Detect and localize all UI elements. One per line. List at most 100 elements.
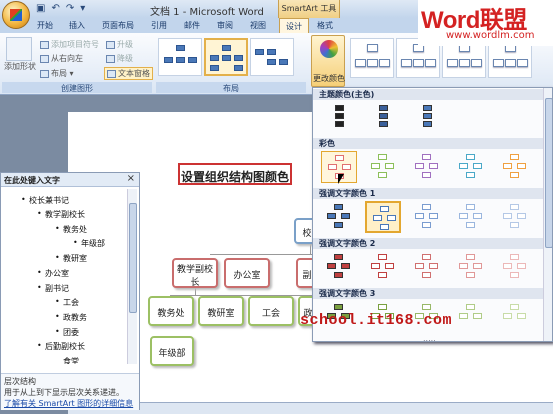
- gallery-scrollbar[interactable]: [543, 88, 552, 341]
- color-swatch[interactable]: [409, 102, 445, 134]
- smartart-style-1[interactable]: [350, 38, 394, 78]
- layout-option-3[interactable]: [250, 38, 294, 76]
- section-colorful: 彩色: [313, 138, 552, 149]
- list-item[interactable]: 教务处: [55, 224, 87, 235]
- color-swatch[interactable]: [321, 201, 357, 233]
- window-title: 文档 1 - Microsoft Word: [150, 7, 264, 18]
- org-node-grade[interactable]: 年级部: [150, 336, 194, 366]
- palette-icon: [320, 40, 338, 58]
- section-accent-2: 强调文字颜色 2: [313, 238, 552, 249]
- org-node-academic-affairs[interactable]: 教务处: [148, 296, 194, 326]
- list-item[interactable]: 教研室: [55, 253, 87, 264]
- tab-home[interactable]: 开始: [30, 18, 60, 33]
- color-swatch[interactable]: [453, 301, 489, 333]
- color-swatch[interactable]: [497, 201, 533, 233]
- color-swatch-selected[interactable]: [365, 201, 401, 233]
- list-item[interactable]: 教学副校长: [37, 209, 85, 220]
- layout-name: 层次结构: [4, 377, 36, 386]
- learn-more-link[interactable]: 了解有关 SmartArt 图形的详细信息: [4, 398, 136, 409]
- list-item[interactable]: 工会: [55, 297, 79, 308]
- right-to-left-button[interactable]: 从右向左: [40, 53, 83, 64]
- org-node-research[interactable]: 教研室: [198, 296, 244, 326]
- list-item[interactable]: 后勤副校长: [37, 341, 85, 352]
- redo-icon[interactable]: ↷: [66, 3, 74, 14]
- change-colors-button[interactable]: 更改颜色: [311, 35, 345, 87]
- list-item[interactable]: 食堂: [63, 356, 79, 364]
- save-icon[interactable]: ▣: [36, 3, 45, 14]
- color-swatch[interactable]: [409, 151, 445, 183]
- add-bullet-button[interactable]: 添加项目符号: [40, 39, 99, 50]
- layout-option-1[interactable]: [158, 38, 202, 76]
- text-pane-button[interactable]: 文本窗格: [104, 67, 153, 80]
- org-node-union[interactable]: 工会: [248, 296, 294, 326]
- color-swatch[interactable]: [321, 251, 357, 283]
- scrollbar-thumb[interactable]: [129, 203, 137, 313]
- tab-insert[interactable]: 插入: [62, 18, 92, 33]
- demote-icon: [106, 54, 115, 63]
- text-pane-scrollbar[interactable]: [127, 189, 137, 364]
- tab-design[interactable]: 设计: [279, 18, 309, 33]
- tab-page-layout[interactable]: 页面布局: [96, 18, 140, 33]
- quick-access-toolbar: ▣ ↶ ↷ ▾: [36, 3, 85, 14]
- text-pane-title: 在此处键入文字: [1, 173, 139, 187]
- layout-button[interactable]: 布局 ▾: [40, 68, 74, 79]
- add-shape-icon[interactable]: [6, 37, 32, 61]
- change-colors-gallery: 主题颜色(主色) 彩色 强调文字颜色 1 强调文字颜色 2 强调文字颜色 3 .…: [312, 87, 553, 342]
- right-to-left-icon: [40, 54, 49, 63]
- org-node-office[interactable]: 办公室: [224, 258, 270, 288]
- section-primary-theme-colors: 主题颜色(主色): [313, 89, 552, 100]
- color-swatch[interactable]: [365, 251, 401, 283]
- section-accent-3: 强调文字颜色 3: [313, 288, 552, 299]
- promote-icon: [106, 40, 115, 49]
- demote-button[interactable]: 降级: [106, 53, 133, 64]
- layout-icon: [40, 69, 49, 78]
- undo-icon[interactable]: ↶: [51, 3, 59, 14]
- add-shape-button[interactable]: 添加形状: [4, 61, 36, 72]
- list-item[interactable]: 校长兼书记: [21, 195, 69, 206]
- smartart-tools-label: SmartArt 工具: [278, 0, 340, 18]
- color-swatch[interactable]: [497, 301, 533, 333]
- close-icon[interactable]: ×: [127, 173, 135, 184]
- brand-url: www.wordlm.com: [446, 30, 535, 41]
- color-swatch[interactable]: [409, 201, 445, 233]
- color-swatch[interactable]: [321, 102, 357, 134]
- color-swatch[interactable]: [409, 251, 445, 283]
- list-item[interactable]: 副书记: [37, 283, 69, 294]
- tab-review[interactable]: 审阅: [210, 18, 240, 33]
- brand-logo: Word联盟 www.wordlm.com: [418, 0, 553, 46]
- layout-option-hierarchy[interactable]: [204, 38, 248, 76]
- tab-references[interactable]: 引用: [144, 18, 174, 33]
- text-pane-icon: [107, 69, 116, 78]
- office-logo-icon: [10, 9, 22, 21]
- list-item[interactable]: 办公室: [37, 268, 69, 279]
- document-heading[interactable]: 设置组织结构图颜色: [178, 163, 292, 185]
- layouts-group-label: 布局: [156, 82, 306, 93]
- horizontal-scrollbar[interactable]: [68, 402, 553, 414]
- create-graphic-group-label: 创建图形: [2, 82, 152, 93]
- tab-format[interactable]: 格式: [310, 18, 340, 33]
- layout-description: 用于从上到下显示层次关系递进。: [4, 388, 124, 397]
- org-node-vice-principal[interactable]: 教学副校长: [172, 258, 218, 288]
- text-pane-footer: 层次结构 用于从上到下显示层次关系递进。 了解有关 SmartArt 图形的详细…: [1, 373, 139, 410]
- office-button[interactable]: [2, 1, 30, 29]
- section-accent-1: 强调文字颜色 1: [313, 188, 552, 199]
- promote-button[interactable]: 升级: [106, 39, 133, 50]
- gallery-resize-grip[interactable]: .....: [423, 334, 436, 341]
- list-item[interactable]: 团委: [55, 327, 79, 338]
- qat-dropdown-icon[interactable]: ▾: [80, 3, 85, 14]
- color-swatch[interactable]: [497, 251, 533, 283]
- color-swatch[interactable]: [453, 201, 489, 233]
- color-swatch[interactable]: [365, 102, 401, 134]
- tab-mailings[interactable]: 邮件: [177, 18, 207, 33]
- list-item[interactable]: 年级部: [73, 238, 105, 249]
- scrollbar-thumb[interactable]: [545, 98, 552, 248]
- color-swatch[interactable]: [497, 151, 533, 183]
- color-swatch[interactable]: [365, 151, 401, 183]
- site-watermark: school.it168.com: [300, 312, 453, 329]
- tab-view[interactable]: 视图: [243, 18, 273, 33]
- list-item[interactable]: 政教务: [55, 312, 87, 323]
- mouse-pointer-icon: [338, 174, 344, 184]
- smartart-text-pane: 在此处键入文字 × 校长兼书记 教学副校长 教务处 年级部 教研室 办公室 副书…: [0, 172, 140, 410]
- color-swatch[interactable]: [453, 151, 489, 183]
- color-swatch[interactable]: [453, 251, 489, 283]
